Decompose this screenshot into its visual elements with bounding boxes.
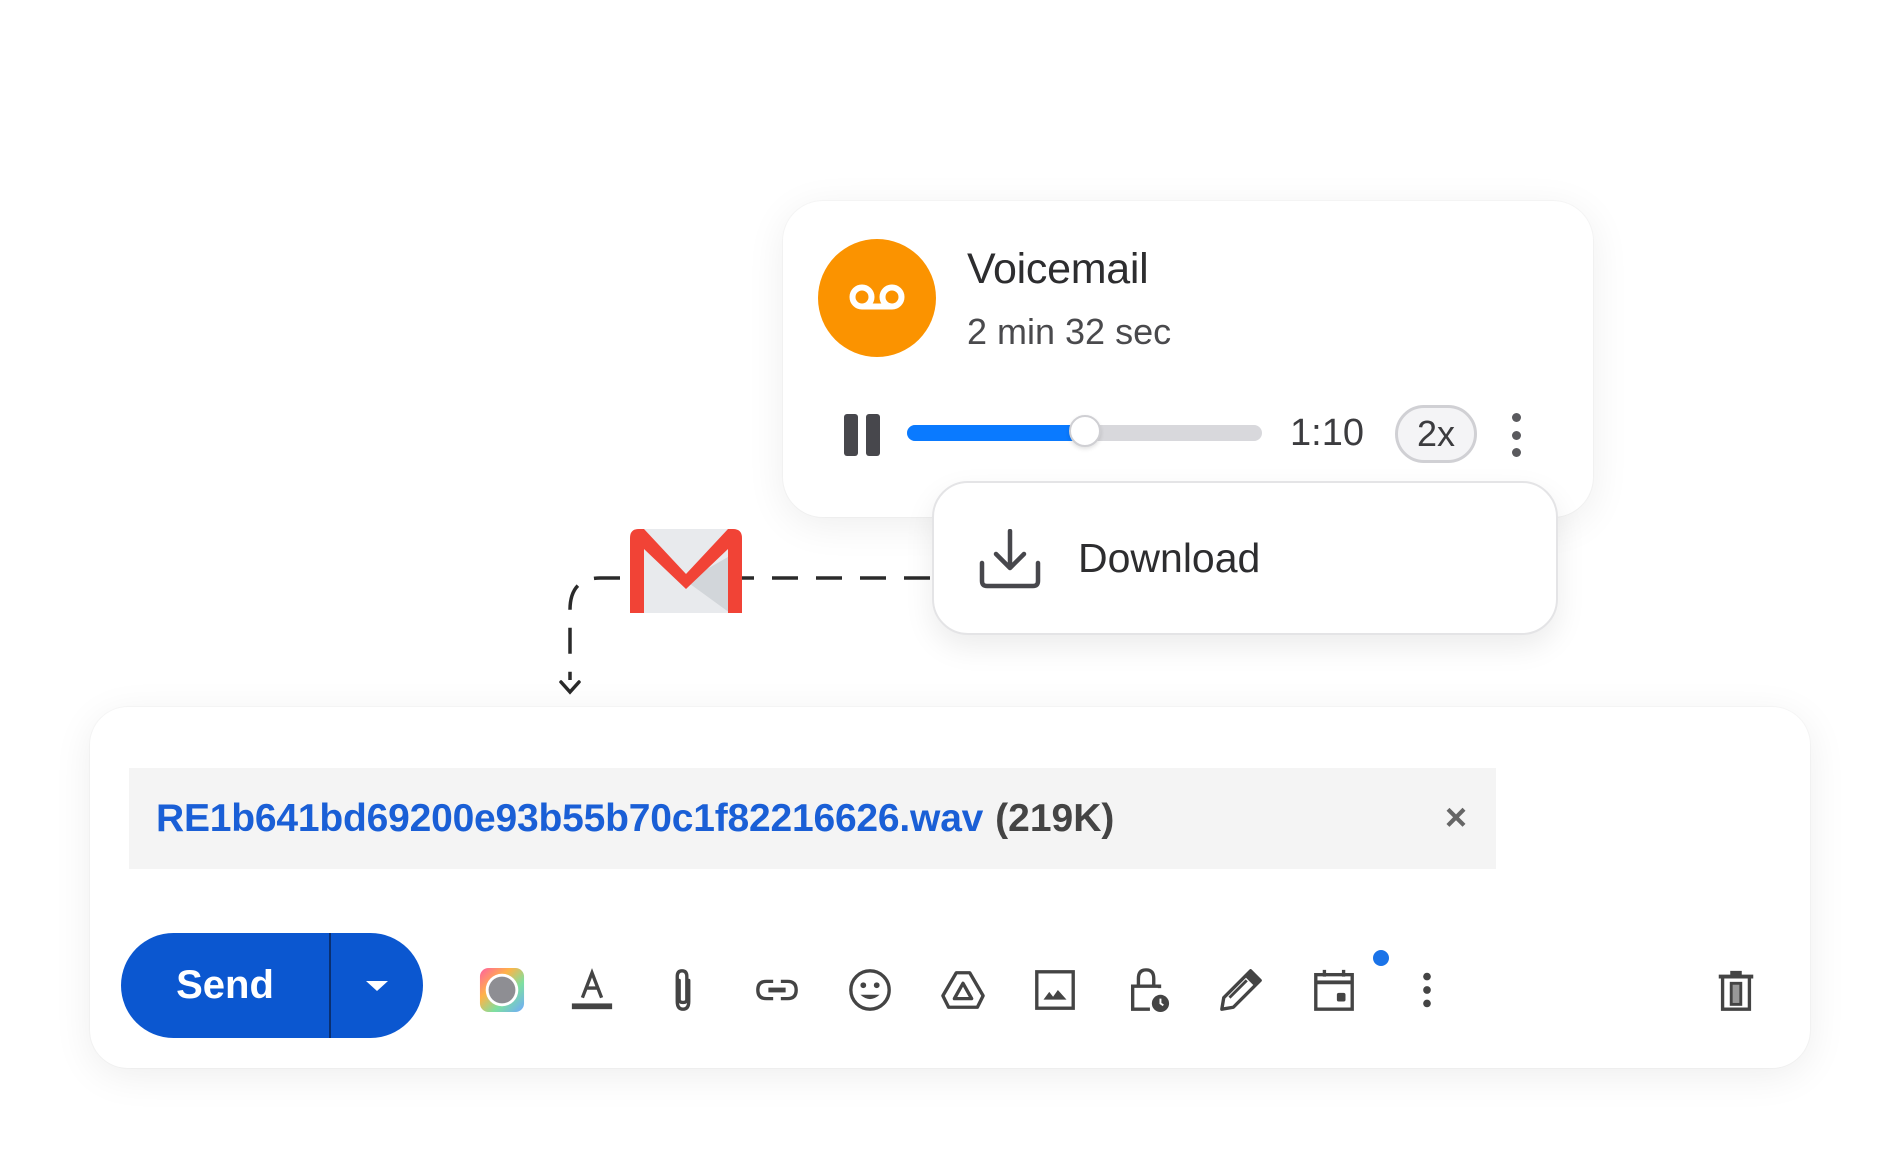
drive-icon[interactable] xyxy=(938,965,988,1015)
pause-button[interactable] xyxy=(844,414,888,456)
notification-badge xyxy=(1373,950,1389,966)
dashed-connector-curve xyxy=(568,576,620,680)
gmail-logo-icon xyxy=(630,529,742,613)
schedule-icon[interactable] xyxy=(1309,965,1359,1015)
attachment-filename-link[interactable]: RE1b641bd69200e93b55b70c1f82216626.wav xyxy=(156,797,983,841)
attach-file-icon[interactable] xyxy=(658,965,708,1015)
signature-icon[interactable] xyxy=(1216,965,1266,1015)
voicemail-duration: 2 min 32 sec xyxy=(967,311,1172,352)
format-text-icon[interactable] xyxy=(567,965,617,1015)
pause-icon xyxy=(844,414,858,456)
trash-icon[interactable] xyxy=(1711,965,1761,1015)
download-icon xyxy=(979,529,1041,589)
attachment-size: (219K) xyxy=(995,796,1115,840)
menu-item-download[interactable]: Download xyxy=(934,483,1556,633)
playback-progress-slider[interactable] xyxy=(907,415,1262,447)
download-label: Download xyxy=(1078,535,1261,581)
send-button[interactable]: Send xyxy=(121,933,331,1038)
confidential-mode-icon[interactable] xyxy=(1123,965,1173,1015)
voicemail-icon xyxy=(849,284,905,310)
more-options-icon[interactable] xyxy=(1402,965,1452,1015)
compose-window: RE1b641bd69200e93b55b70c1f82216626.wav (… xyxy=(90,707,1810,1068)
slider-fill xyxy=(907,425,1085,441)
insert-photo-icon[interactable] xyxy=(1030,965,1080,1015)
more-vert-icon[interactable] xyxy=(1508,413,1524,457)
arrow-drop-down-icon xyxy=(366,980,388,991)
close-icon[interactable]: × xyxy=(1438,799,1474,837)
emoji-icon[interactable] xyxy=(845,965,895,1015)
voicemail-options-menu: Download xyxy=(932,481,1558,635)
voicemail-card: Voicemail 2 min 32 sec 1:10 2x xyxy=(783,201,1593,517)
slider-thumb[interactable] xyxy=(1068,415,1101,447)
playback-speed-button[interactable]: 2x xyxy=(1395,405,1477,463)
send-options-button[interactable] xyxy=(331,933,423,1038)
attachment-chip: RE1b641bd69200e93b55b70c1f82216626.wav (… xyxy=(129,768,1496,869)
arrow-head-icon xyxy=(559,680,581,695)
elapsed-time: 1:10 xyxy=(1290,412,1364,454)
voicemail-title: Voicemail xyxy=(967,245,1149,293)
voicemail-avatar xyxy=(818,239,936,357)
insert-link-icon[interactable] xyxy=(752,965,802,1015)
gemini-icon[interactable] xyxy=(477,965,527,1015)
send-button-group: Send xyxy=(121,933,423,1038)
